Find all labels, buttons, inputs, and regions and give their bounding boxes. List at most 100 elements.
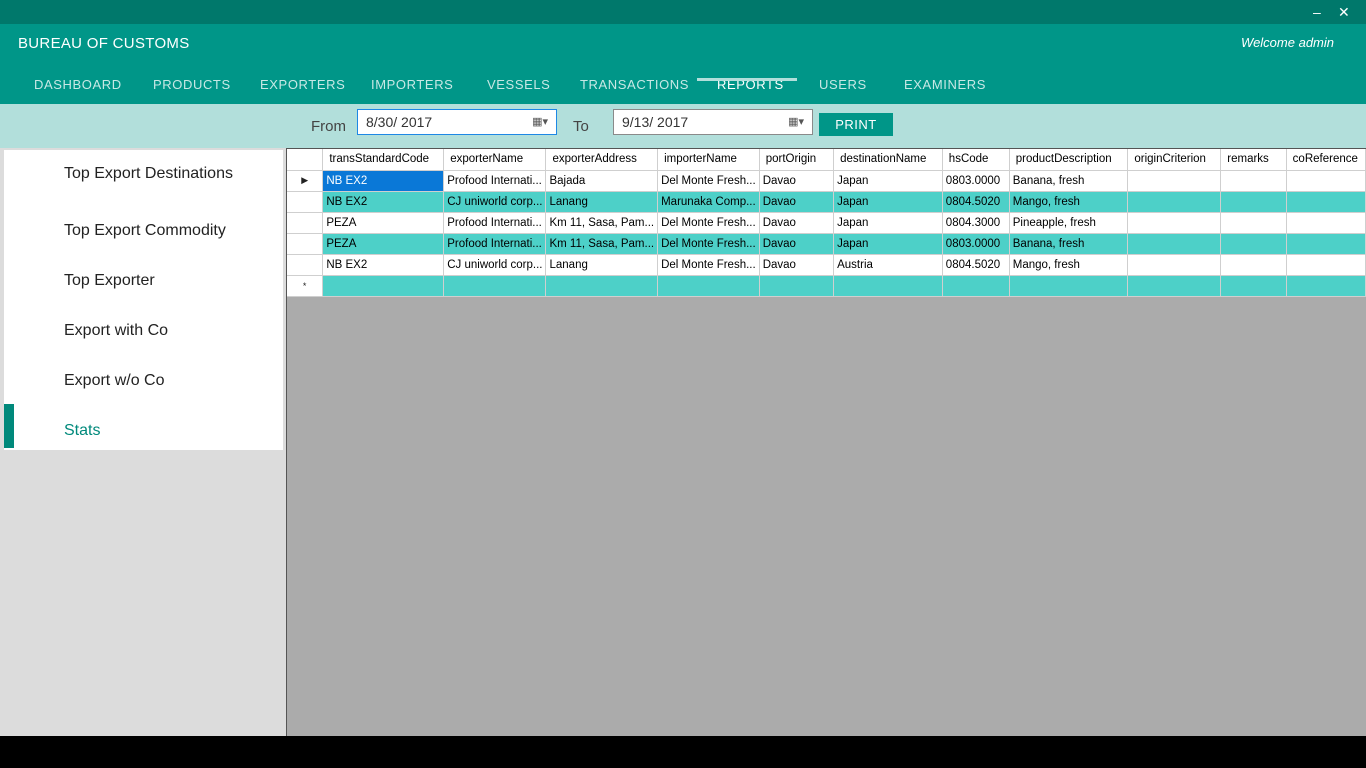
table-cell[interactable]: CJ uniworld corp... — [443, 254, 547, 276]
table-cell[interactable] — [1220, 233, 1287, 255]
table-cell[interactable]: Km 11, Sasa, Pam... — [545, 233, 659, 255]
table-cell[interactable] — [322, 275, 445, 297]
corner-header-cell[interactable] — [287, 149, 324, 171]
table-cell[interactable]: 0804.3000 — [942, 212, 1010, 234]
table-cell[interactable]: Japan — [833, 170, 943, 192]
table-cell[interactable]: 0804.5020 — [942, 191, 1010, 213]
table-cell[interactable]: Bajada — [545, 170, 659, 192]
table-cell[interactable] — [1286, 254, 1366, 276]
table-cell[interactable] — [1127, 254, 1222, 276]
table-row[interactable]: PEZA Profood Internati... Km 11, Sasa, P… — [287, 233, 1366, 255]
column-header[interactable]: remarks — [1220, 149, 1287, 171]
new-row[interactable]: * — [287, 275, 1366, 297]
print-button[interactable]: PRINT — [819, 113, 893, 136]
table-cell[interactable]: Del Monte Fresh... — [657, 233, 760, 255]
table-cell[interactable]: Davao — [759, 170, 835, 192]
row-header-cell[interactable] — [287, 233, 324, 255]
report-data-grid[interactable]: transStandardCode exporterName exporterA… — [286, 148, 1366, 736]
table-cell[interactable] — [1127, 233, 1222, 255]
calendar-dropdown-icon[interactable]: ▦▾ — [788, 115, 804, 128]
table-cell[interactable]: Lanang — [545, 254, 659, 276]
row-header-cell[interactable] — [287, 191, 324, 213]
table-cell[interactable] — [1286, 275, 1366, 297]
table-cell[interactable]: Austria — [833, 254, 943, 276]
table-cell[interactable]: Mango, fresh — [1009, 254, 1129, 276]
table-cell[interactable]: Mango, fresh — [1009, 191, 1129, 213]
table-cell[interactable] — [545, 275, 659, 297]
table-cell[interactable]: Profood Internati... — [443, 233, 547, 255]
table-cell[interactable] — [1127, 212, 1222, 234]
sidebar-item-top-export-destinations[interactable]: Top Export Destinations — [64, 165, 233, 183]
row-header-cell[interactable] — [287, 212, 324, 234]
nav-tab-vessels[interactable]: VESSELS — [487, 77, 550, 92]
column-header[interactable]: exporterAddress — [545, 149, 659, 171]
nav-tab-dashboard[interactable]: DASHBOARD — [34, 77, 122, 92]
table-cell[interactable] — [1127, 170, 1222, 192]
nav-tab-exporters[interactable]: EXPORTERS — [260, 77, 345, 92]
table-cell[interactable]: 0803.0000 — [942, 170, 1010, 192]
nav-tab-products[interactable]: PRODUCTS — [153, 77, 231, 92]
table-cell[interactable] — [443, 275, 547, 297]
from-date-picker[interactable]: 8/30/ 2017 ▦▾ — [357, 109, 557, 135]
table-row[interactable]: ▶ NB EX2 Profood Internati... Bajada Del… — [287, 170, 1366, 192]
nav-tab-examiners[interactable]: EXAMINERS — [904, 77, 986, 92]
table-cell[interactable]: Banana, fresh — [1009, 233, 1129, 255]
calendar-dropdown-icon[interactable]: ▦▾ — [532, 115, 548, 128]
table-cell[interactable] — [1220, 275, 1287, 297]
table-cell[interactable]: Profood Internati... — [443, 170, 547, 192]
column-header[interactable]: originCriterion — [1127, 149, 1222, 171]
table-cell[interactable] — [1220, 191, 1287, 213]
table-cell[interactable]: NB EX2 — [322, 170, 445, 192]
table-cell[interactable]: Davao — [759, 233, 835, 255]
column-header[interactable]: destinationName — [833, 149, 943, 171]
table-cell[interactable]: Lanang — [545, 191, 659, 213]
column-header[interactable]: hsCode — [942, 149, 1010, 171]
sidebar-item-top-exporter[interactable]: Top Exporter — [64, 272, 155, 290]
table-cell[interactable]: Del Monte Fresh... — [657, 254, 760, 276]
column-header[interactable]: exporterName — [443, 149, 547, 171]
table-cell[interactable]: Profood Internati... — [443, 212, 547, 234]
to-date-picker[interactable]: 9/13/ 2017 ▦▾ — [613, 109, 813, 135]
table-cell[interactable] — [657, 275, 760, 297]
table-cell[interactable]: PEZA — [322, 233, 445, 255]
title-bar[interactable]: – ✕ — [0, 0, 1366, 24]
table-cell[interactable] — [1220, 254, 1287, 276]
column-header[interactable]: productDescription — [1009, 149, 1129, 171]
table-cell[interactable]: NB EX2 — [322, 191, 445, 213]
new-row-icon[interactable]: * — [287, 275, 324, 297]
table-row[interactable]: NB EX2 CJ uniworld corp... Lanang Del Mo… — [287, 254, 1366, 276]
table-cell[interactable] — [1286, 212, 1366, 234]
table-cell[interactable]: Davao — [759, 212, 835, 234]
table-cell[interactable] — [1286, 170, 1366, 192]
table-cell[interactable]: Del Monte Fresh... — [657, 170, 760, 192]
nav-tab-importers[interactable]: IMPORTERS — [371, 77, 453, 92]
table-row[interactable]: PEZA Profood Internati... Km 11, Sasa, P… — [287, 212, 1366, 234]
table-cell[interactable] — [759, 275, 835, 297]
table-cell[interactable]: Davao — [759, 254, 835, 276]
table-cell[interactable]: Del Monte Fresh... — [657, 212, 760, 234]
table-cell[interactable]: Davao — [759, 191, 835, 213]
current-row-icon[interactable]: ▶ — [287, 170, 324, 192]
table-cell[interactable]: Banana, fresh — [1009, 170, 1129, 192]
table-cell[interactable] — [1286, 233, 1366, 255]
row-header-cell[interactable] — [287, 254, 324, 276]
table-cell[interactable] — [1220, 212, 1287, 234]
table-cell[interactable]: Marunaka Comp... — [657, 191, 760, 213]
column-header[interactable]: coReference — [1286, 149, 1366, 171]
table-cell[interactable]: Japan — [833, 233, 943, 255]
sidebar-item-export-with-co[interactable]: Export with Co — [64, 322, 168, 340]
table-cell[interactable] — [1127, 275, 1222, 297]
table-cell[interactable]: 0804.5020 — [942, 254, 1010, 276]
sidebar-item-export-without-co[interactable]: Export w/o Co — [64, 372, 164, 390]
table-cell[interactable] — [1220, 170, 1287, 192]
table-cell[interactable] — [942, 275, 1010, 297]
table-cell[interactable] — [1009, 275, 1129, 297]
close-icon[interactable]: ✕ — [1338, 4, 1350, 20]
table-cell[interactable]: PEZA — [322, 212, 445, 234]
table-cell[interactable]: Km 11, Sasa, Pam... — [545, 212, 659, 234]
table-cell[interactable] — [833, 275, 943, 297]
nav-tab-users[interactable]: USERS — [819, 77, 867, 92]
table-cell[interactable]: Japan — [833, 212, 943, 234]
table-row[interactable]: NB EX2 CJ uniworld corp... Lanang Maruna… — [287, 191, 1366, 213]
column-header[interactable]: portOrigin — [759, 149, 835, 171]
